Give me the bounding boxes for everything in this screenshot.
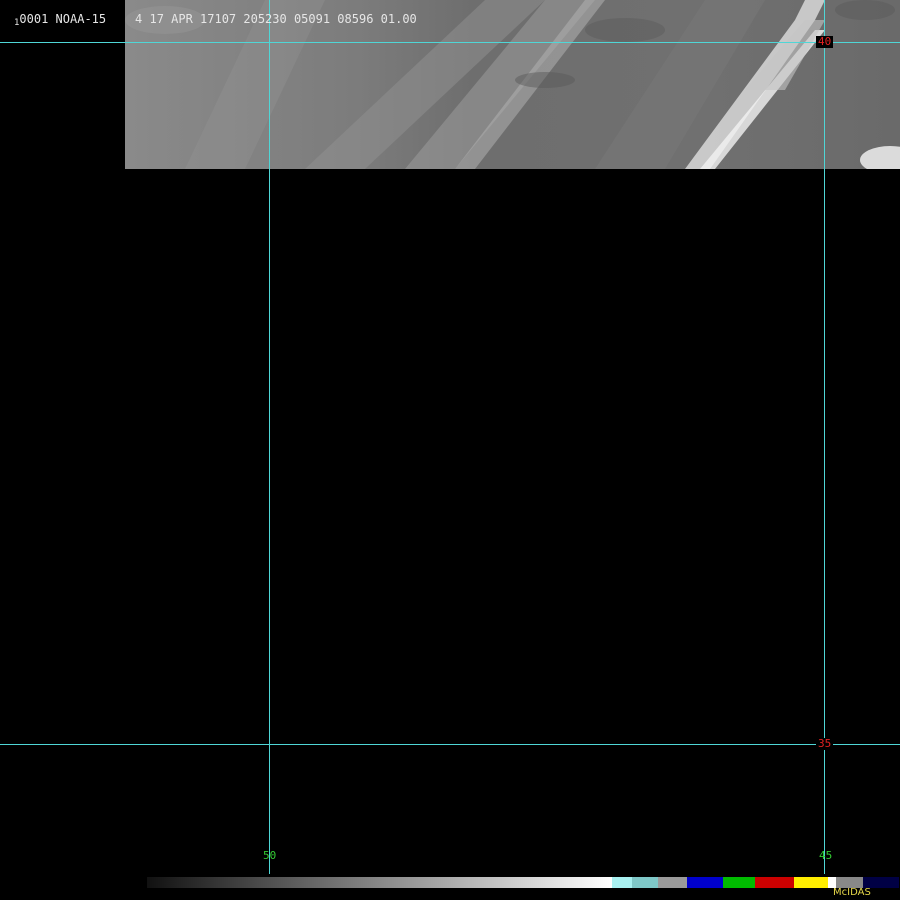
colorbar-segment (632, 877, 659, 888)
image-metadata-text: 0001 NOAA-15 4 17 APR 17107 205230 05091… (19, 12, 417, 26)
longitude-line-45 (824, 0, 825, 900)
mcidas-brand-label: McIDAS (833, 887, 871, 898)
colorbar-grayscale-ramp (147, 877, 612, 888)
image-info-line: 10001 NOAA-15 4 17 APR 17107 205230 0509… (14, 12, 417, 30)
colorbar-segment (612, 877, 633, 888)
colorbar-segment (793, 877, 829, 888)
longitude-line-50 (269, 0, 270, 900)
enhancement-colorbar (147, 877, 899, 888)
colorbar-segment (658, 877, 687, 888)
latitude-line-40 (0, 42, 900, 43)
longitude-label-45: 45 (819, 849, 833, 862)
latitude-line-35 (0, 744, 900, 745)
latitude-label-40: 40 (816, 35, 834, 48)
satellite-image-viewer: 40 35 50 45 10001 NOAA-15 4 17 APR 17107… (0, 0, 900, 900)
colorbar-segment (686, 877, 724, 888)
colorbar-segment (723, 877, 756, 888)
longitude-label-50: 50 (263, 849, 277, 862)
colorbar-segment (755, 877, 794, 888)
latitude-label-35: 35 (816, 737, 834, 750)
